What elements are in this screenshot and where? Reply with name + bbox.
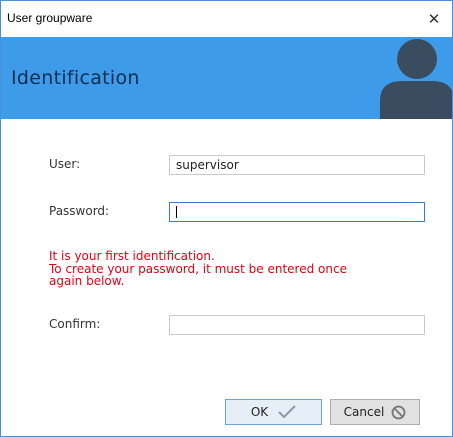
user-label: User:	[49, 157, 81, 171]
ok-button[interactable]: OK	[225, 399, 322, 425]
dialog-window: User groupware ✕ Identification User: su…	[0, 0, 453, 437]
ok-label: OK	[250, 405, 269, 419]
user-silhouette-icon	[372, 37, 452, 119]
user-value: supervisor	[176, 158, 239, 172]
prohibited-icon	[391, 405, 406, 420]
confirm-label: Confirm:	[49, 317, 101, 331]
title-bar: User groupware ✕	[1, 1, 452, 37]
banner-title: Identification	[11, 67, 140, 89]
warning-line: again below.	[49, 274, 125, 288]
cancel-label: Cancel	[343, 405, 385, 419]
cancel-button[interactable]: Cancel	[330, 399, 420, 425]
password-field[interactable]	[169, 202, 425, 222]
first-identification-warning: It is your first identification. To crea…	[49, 250, 429, 288]
user-field[interactable]: supervisor	[169, 155, 425, 175]
close-button[interactable]: ✕	[416, 1, 452, 37]
identification-form: User: supervisor Password: It is your fi…	[9, 127, 444, 430]
header-banner: Identification	[1, 37, 452, 119]
checkmark-icon	[278, 405, 296, 419]
warning-line: It is your first identification.	[49, 249, 215, 263]
close-icon: ✕	[427, 10, 441, 28]
password-label: Password:	[49, 204, 110, 218]
window-title: User groupware	[7, 11, 93, 25]
text-caret	[176, 206, 177, 218]
confirm-field[interactable]	[169, 315, 425, 335]
